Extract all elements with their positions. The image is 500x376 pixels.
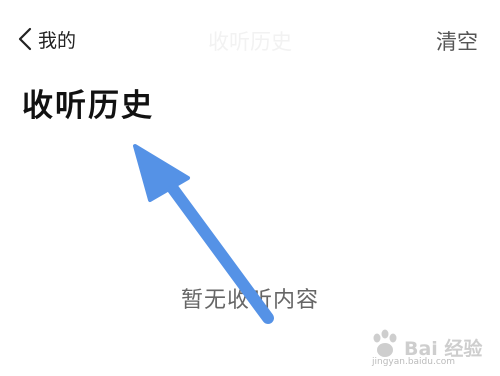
- nav-title: 收听历史: [208, 30, 292, 54]
- empty-state-message: 暂无收听内容: [180, 288, 319, 313]
- watermark-url: jingyan.baidu.com: [372, 357, 456, 367]
- clear-button[interactable]: 清空: [436, 26, 478, 56]
- watermark: Bai 经验 jingyan.baidu.com: [364, 322, 494, 372]
- nav-bar: 我的 收听历史 清空: [0, 0, 500, 76]
- page-title: 收听历史: [22, 88, 154, 124]
